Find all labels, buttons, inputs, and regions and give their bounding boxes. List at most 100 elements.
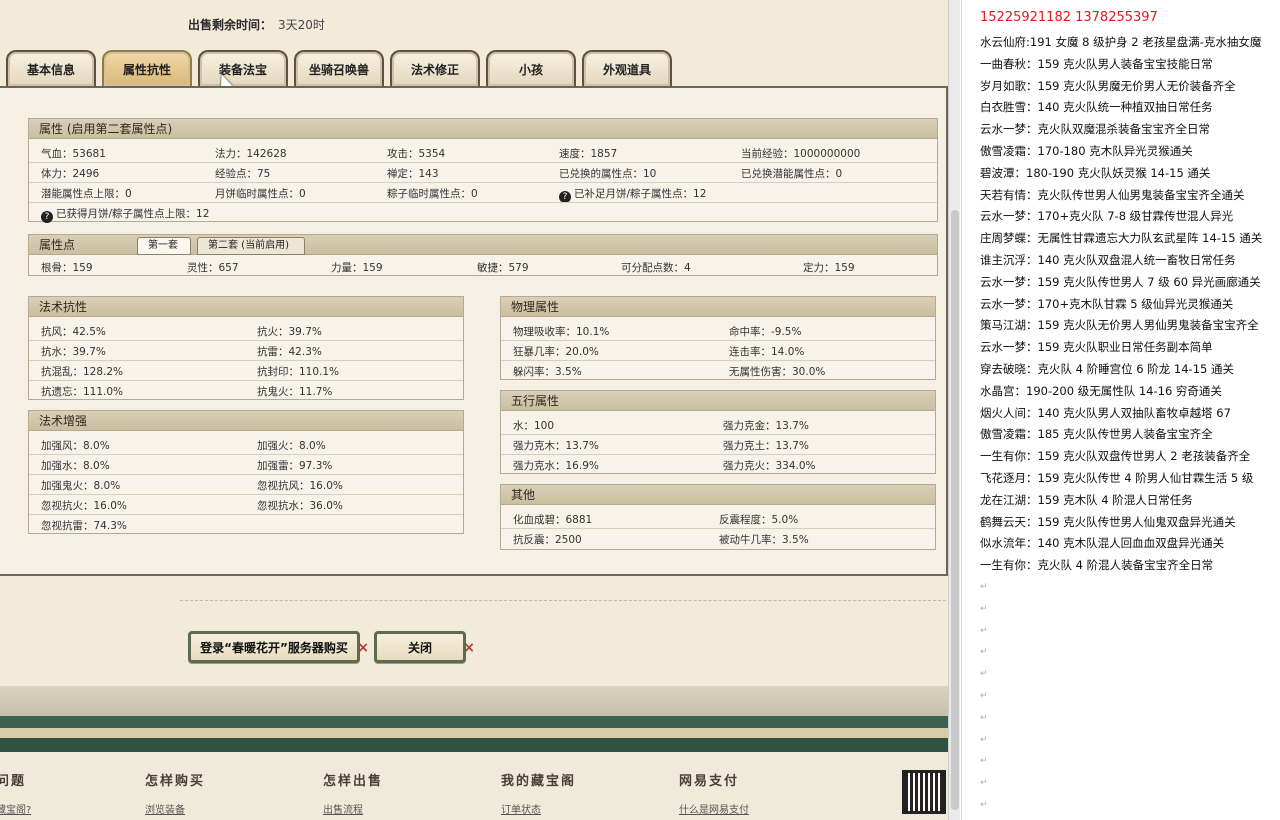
note-line: 烟火人间：140 克火队男人双抽队畜牧卓越塔 67 [980, 405, 1231, 420]
point-value: 可分配点数：4 [621, 262, 691, 274]
note-line: 龙在江湖：159 克木队 4 阶混人日常任务 [980, 492, 1193, 507]
attr-help: ? 已获得月饼/粽子属性点上限：12 [41, 206, 209, 223]
paragraph-mark-icon: ↵ [980, 778, 988, 789]
tab-equipment[interactable]: 装备法宝 [198, 50, 288, 88]
footer: 问题 藏宝阁? 怎样购买 浏览装备 怎样出售 出售流程 我的藏宝阁 订单状态 网… [0, 752, 948, 820]
attr-value: 当前经验：1000000000 [741, 148, 861, 160]
resist-value: 抗遗忘：111.0% [41, 386, 124, 398]
spell-resist-title: 法术抗性 [29, 297, 463, 317]
attr-value: 体力：2496 [41, 168, 100, 180]
enhance-value: 忽视抗水：36.0% [257, 500, 343, 512]
attr-value: 粽子临时属性点：0 [387, 188, 478, 200]
tab-appearance[interactable]: 外观道具 [582, 50, 672, 88]
element-value: 强力克水：16.9% [513, 460, 599, 472]
note-line: 策马江湖：159 克火队无价男人男仙男鬼装备宝宝齐全 [980, 318, 1259, 333]
attr-value: 已获得月饼/粽子属性点上限：12 [56, 208, 210, 220]
resist-value: 抗封印：110.1% [257, 366, 340, 378]
decorative-band [0, 686, 948, 716]
close-button[interactable]: 关闭 × [374, 631, 475, 663]
attr-value: 月饼临时属性点：0 [215, 188, 306, 200]
decorative-band [0, 716, 948, 728]
footer-col-title: 我的藏宝阁 [501, 774, 577, 789]
element-value: 强力克金：13.7% [723, 420, 809, 432]
note-line: 一生有你：克火队 4 阶混人装备宝宝齐全日常 [980, 558, 1214, 573]
note-line: 水云仙府:191 女魔 8 级护身 2 老孩星盘满-克水抽女魔 [980, 35, 1262, 49]
tab-attributes[interactable]: 属性抗性 [102, 50, 192, 88]
help-icon[interactable]: ? [41, 211, 53, 223]
footer-col-mine: 我的藏宝阁 订单状态 [501, 770, 576, 816]
paragraph-mark-icon: ↵ [980, 799, 988, 810]
elements-title: 五行属性 [501, 391, 935, 411]
enhance-value: 忽视抗火：16.0% [41, 500, 127, 512]
footer-col-pay: 网易支付 什么是网易支付 [679, 770, 749, 816]
tab-mounts-pets[interactable]: 坐骑召唤兽 [294, 50, 384, 88]
physical-value: 无属性伤害：30.0% [729, 366, 826, 378]
note-line: 谁主沉浮：140 克火队双盘混人统一畜牧日常任务 [980, 252, 1236, 267]
resist-value: 抗鬼火：11.7% [257, 386, 333, 398]
tab-point-set-1[interactable]: 第一套 [137, 237, 191, 255]
footer-col-title: 问题 [0, 774, 27, 789]
note-line: 似水流年：140 克木队混人回血血双盘异光通关 [980, 536, 1225, 551]
note-line: 碧波潭：180-190 克火队妖灵猴 14-15 通关 [980, 165, 1211, 180]
qr-code-icon [902, 770, 946, 814]
scrollbar[interactable] [948, 0, 960, 820]
attr-help: ? 已补足月饼/粽子属性点：12 [559, 186, 706, 203]
tab-basic-info[interactable]: 基本信息 [6, 50, 96, 88]
tab-spell-modifier[interactable]: 法术修正 [390, 50, 480, 88]
close-mark-icon: × [357, 640, 369, 656]
attribute-points-section: 属性点 第一套 第二套 (当前启用) 根骨：159 灵性：657 力量：159 … [28, 234, 938, 276]
footer-col-sell: 怎样出售 出售流程 [323, 770, 383, 816]
attr-value: 气血：53681 [41, 148, 106, 160]
footer-link[interactable]: 订单状态 [501, 801, 576, 816]
physical-section: 物理属性 物理吸收率：10.1% 命中率：-9.5% 狂暴几率：20.0% 连击… [500, 296, 936, 380]
spell-enhance-title: 法术增强 [29, 411, 463, 431]
note-line: 庄周梦蝶：无属性甘霖遗忘大力队玄武星阵 14-15 通关 [980, 231, 1263, 246]
point-value: 敏捷：579 [477, 262, 529, 274]
element-value: 强力克木：13.7% [513, 440, 599, 452]
enhance-value: 忽视抗雷：74.3% [41, 520, 127, 532]
scrollbar-thumb[interactable] [951, 210, 959, 810]
attr-value: 潜能属性点上限：0 [41, 188, 132, 200]
footer-link[interactable]: 藏宝阁? [0, 801, 31, 816]
attr-value: 法力：142628 [215, 148, 287, 160]
footer-link[interactable]: 出售流程 [323, 801, 383, 816]
note-line: 云水一梦：170+克木队甘霖 5 级仙异光灵猴通关 [980, 296, 1234, 311]
other-value: 化血成碧：6881 [513, 514, 593, 526]
paragraph-mark-icon: ↵ [980, 690, 988, 701]
note-line: 穿去破晓：克火队 4 阶睡宫位 6 阶龙 14-15 通关 [980, 361, 1234, 376]
sale-remaining-time: 出售剩余时间： 3天20时 [188, 16, 325, 33]
sale-time-label: 出售剩余时间： [188, 18, 273, 32]
attr-value: 禅定：143 [387, 168, 439, 180]
resist-value: 抗混乱：128.2% [41, 366, 124, 378]
note-line: 鹤舞云天：159 克火队传世男人仙鬼双盘异光通关 [980, 514, 1236, 529]
enhance-value: 加强火：8.0% [257, 440, 326, 452]
physical-value: 命中率：-9.5% [729, 326, 802, 338]
resist-value: 抗风：42.5% [41, 326, 106, 338]
note-line: 天若有情：克火队传世男人仙男鬼装备宝宝齐全通关 [980, 187, 1245, 202]
resist-value: 抗水：39.7% [41, 346, 106, 358]
other-value: 抗反震：2500 [513, 534, 582, 546]
paragraph-mark-icon: ↵ [980, 603, 988, 614]
footer-link[interactable]: 浏览装备 [145, 801, 205, 816]
attr-value: 经验点：75 [215, 168, 271, 180]
paragraph-mark-icon: ↵ [980, 669, 988, 680]
point-value: 力量：159 [331, 262, 383, 274]
enhance-value: 忽视抗风：16.0% [257, 480, 343, 492]
decorative-band [0, 738, 948, 752]
tab-children[interactable]: 小孩 [486, 50, 576, 88]
login-button-label: 登录“春暖花开”服务器购买 [200, 640, 348, 655]
element-value: 水：100 [513, 420, 555, 432]
attributes-section: 属性 (启用第二套属性点) 气血：53681 法力：142628 攻击：5354… [28, 118, 938, 223]
paragraph-mark-icon: ↵ [980, 712, 988, 723]
elements-section: 五行属性 水：100 强力克金：13.7% 强力克木：13.7% 强力克土：13… [500, 390, 936, 474]
login-server-buy-button[interactable]: 登录“春暖花开”服务器购买 × [188, 631, 369, 663]
footer-col-title: 怎样购买 [145, 774, 206, 789]
element-value: 强力克火：334.0% [723, 460, 816, 472]
footer-link[interactable]: 什么是网易支付 [679, 801, 749, 816]
element-value: 强力克土：13.7% [723, 440, 809, 452]
footer-col-help: 问题 藏宝阁? [0, 770, 31, 816]
tab-point-set-2[interactable]: 第二套 (当前启用) [197, 237, 305, 255]
attr-value: 已兑换潜能属性点：0 [741, 168, 843, 180]
divider [180, 600, 946, 601]
note-line: 傲雪凌霜：170-180 克木队异光灵猴通关 [980, 143, 1193, 158]
